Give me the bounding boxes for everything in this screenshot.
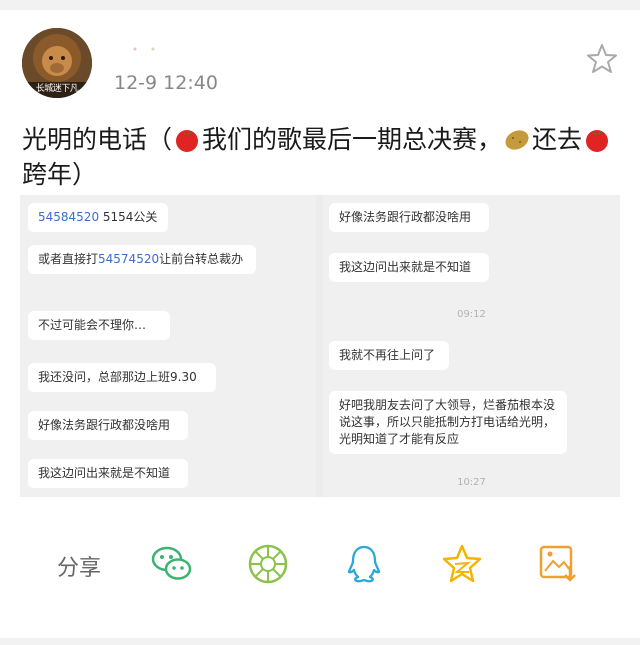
avatar[interactable]: 长城迷下凡 [22,28,92,98]
top-divider [0,0,640,10]
tomato-emoji-icon-2 [584,126,610,152]
chat-text: 不过可能会不理你… [38,318,147,332]
bottom-divider [0,638,640,645]
chat-text: 我还没问，总部那边上班9.30 [38,370,197,384]
chat-bubble: 或者直接打54574520让前台转总裁办 [28,245,256,274]
chat-bubble: 我就不再往上问了 [329,341,449,370]
tomato-emoji-icon [174,126,200,152]
potato-emoji-icon [504,126,530,152]
qq-icon[interactable] [342,542,386,586]
wechat-icon[interactable] [150,542,194,586]
chat-text: 好像法务跟行政都没啥用 [38,418,171,432]
post-time: 12-9 12:40 [114,72,218,94]
chat-bubble: 好像法务跟行政都没啥用 [28,411,188,440]
post-text-1: 光明的电话（ [22,125,173,154]
save-image-icon[interactable] [536,542,580,586]
username-redacted [132,37,156,51]
chat-bubble: 我这边问出来就是不知道 [28,459,188,488]
star-icon[interactable] [585,42,619,76]
post-content: 光明的电话（ 我们的歌最后一期总决赛， 还去跨年） [22,122,618,192]
chat-text: 或者直接打 [38,252,99,266]
chat-text: 我这边问出来就是不知道 [38,466,171,480]
chat-text: 我这边问出来就是不知道 [339,260,472,274]
share-label: 分享 [57,556,102,581]
chat-text: 让前台转总裁办 [159,252,244,266]
chat-bubble: 好吧我朋友去问了大领导，烂番茄根本没说这事，所以只能抵制方打电话给光明，光明知道… [329,391,567,454]
chat-bubble: 我这边问出来就是不知道 [329,253,489,282]
post-text-2: 我们的歌最后一期总决赛， [202,125,503,154]
chat-text: 好像法务跟行政都没啥用 [339,210,472,224]
chat-text: 好吧我朋友去问了大领导，烂番茄根本没说这事，所以只能抵制方打电话给光明，光明知道… [339,398,556,446]
post-text-3: 还去 [532,125,583,154]
qzone-star-icon[interactable] [440,542,484,586]
chat-screenshot-image[interactable]: 54584520 5154公关 或者直接打54574520让前台转总裁办 不过可… [20,195,620,497]
chat-bubble: 54584520 5154公关 [28,203,168,232]
phone-link: 54584520 [38,210,100,224]
post-text-4: 跨年） [22,160,98,189]
chat-timestamp: 09:12 [457,309,486,320]
chat-bubble: 好像法务跟行政都没啥用 [329,203,489,232]
chat-text: 5154公关 [99,210,158,224]
phone-link: 54574520 [98,252,160,266]
avatar-caption: 长城迷下凡 [35,84,79,94]
chat-timestamp: 10:27 [457,477,486,488]
chat-bubble: 不过可能会不理你… [28,311,170,340]
chat-text: 我就不再往上问了 [339,348,436,362]
chat-pane-left: 54584520 5154公关 或者直接打54574520让前台转总裁办 不过可… [20,195,316,497]
moments-icon[interactable] [246,542,290,586]
chat-bubble: 我还没问，总部那边上班9.30 [28,363,216,392]
chat-pane-right: 好像法务跟行政都没啥用 我这边问出来就是不知道 09:12 我就不再往上问了 好… [323,195,620,497]
